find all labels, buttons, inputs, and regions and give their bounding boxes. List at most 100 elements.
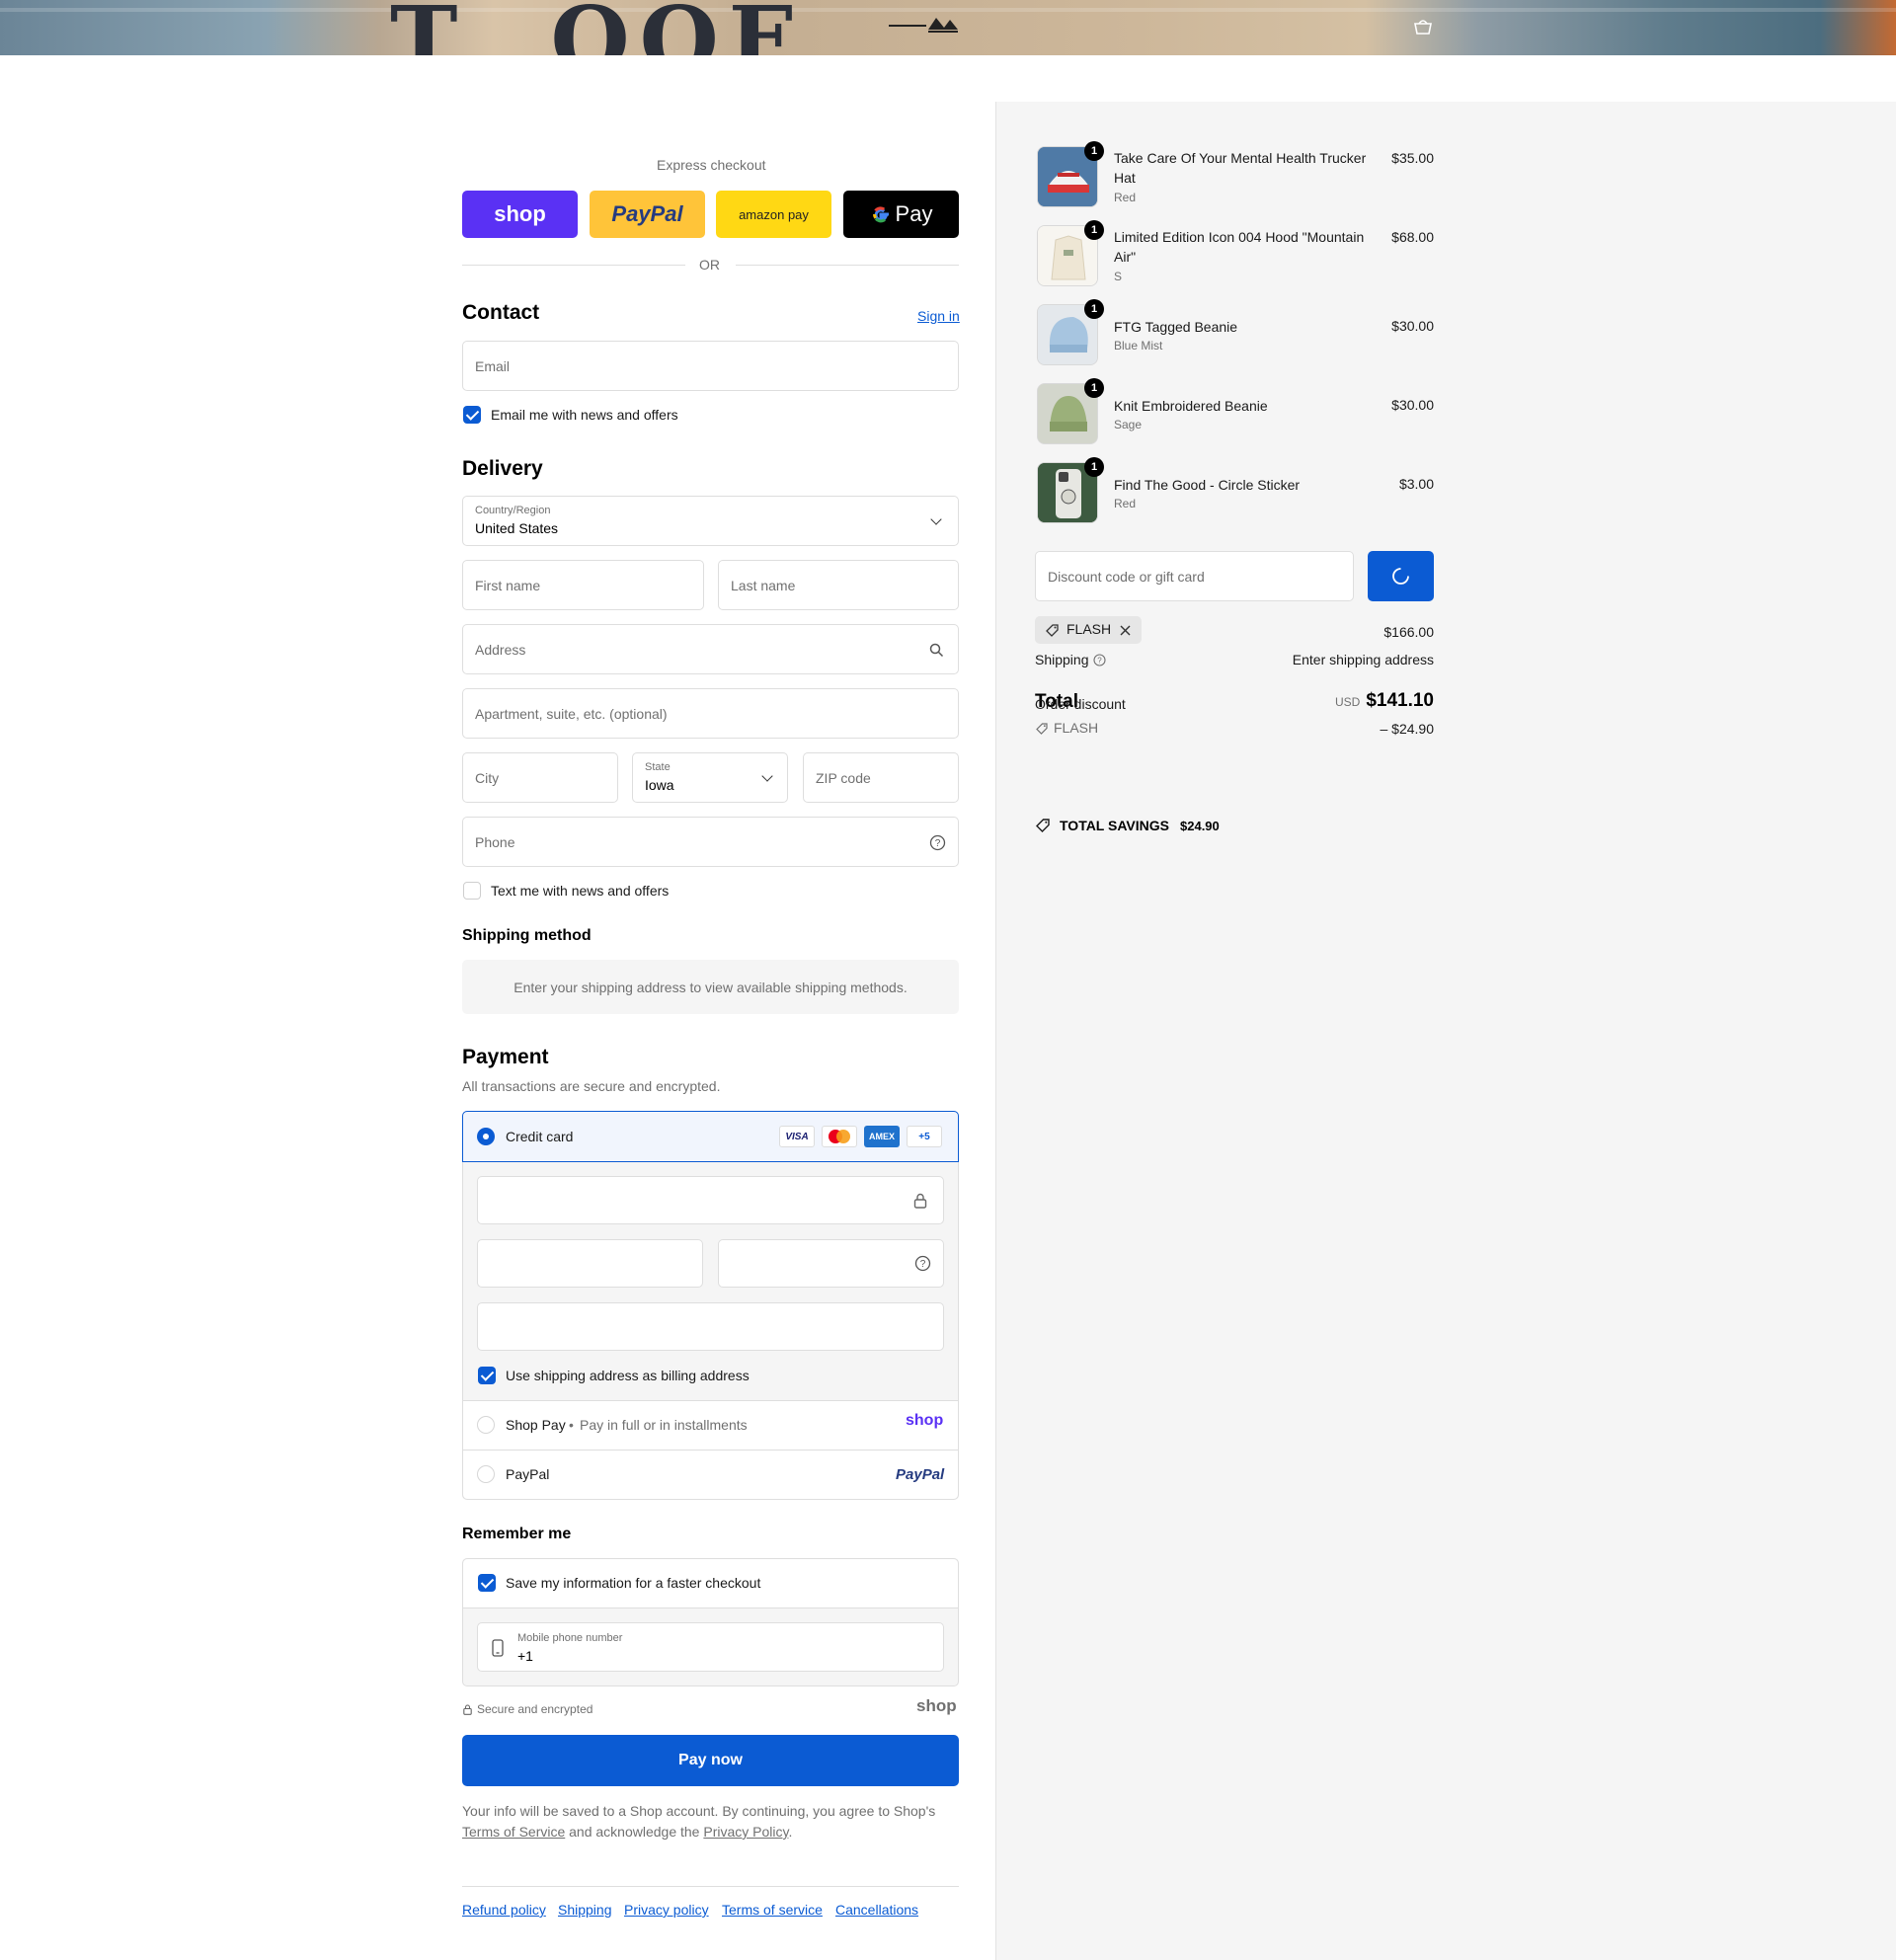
first-name-field[interactable]: First name	[462, 560, 704, 610]
phone-field[interactable]: Phone ?	[462, 817, 959, 867]
shop-pay-label: Shop Pay	[506, 1417, 566, 1433]
country-select[interactable]: Country/Region United States	[462, 496, 959, 546]
paypal-express-button[interactable]: PayPal	[590, 191, 705, 238]
name-on-card-field[interactable]	[477, 1302, 944, 1351]
terms-of-service-link[interactable]: Terms of Service	[462, 1824, 565, 1840]
footer-shipping-link[interactable]: Shipping	[558, 1902, 612, 1918]
bag-icon[interactable]	[1412, 18, 1434, 36]
text-opt-in-checkbox[interactable]	[463, 882, 481, 900]
card-number-field[interactable]	[477, 1176, 944, 1224]
state-value: Iowa	[645, 777, 674, 793]
total-savings-value: $24.90	[1180, 819, 1220, 833]
credit-card-radio[interactable]	[477, 1128, 495, 1145]
amex-label: AMEX	[868, 1132, 895, 1141]
quantity-badge: 1	[1084, 378, 1104, 398]
applied-discount-chip: FLASH	[1035, 616, 1142, 644]
loading-spinner-icon	[1392, 568, 1409, 585]
country-label: Country/Region	[475, 505, 551, 516]
quantity-badge: 1	[1084, 220, 1104, 240]
billing-same-checkbox[interactable]	[478, 1367, 496, 1384]
discount-amount: – $24.90	[1380, 721, 1435, 737]
google-g-icon	[872, 206, 889, 223]
chevron-down-icon	[930, 513, 942, 525]
lock-icon	[913, 1193, 927, 1209]
visa-label: VISA	[785, 1131, 809, 1142]
shop-pay-separator: •	[569, 1417, 574, 1433]
shipping-value: Enter shipping address	[1292, 652, 1434, 667]
item-name: Take Care Of Your Mental Health Trucker …	[1114, 150, 1367, 186]
shipping-method-notice-text: Enter your shipping address to view avai…	[514, 979, 908, 995]
credit-card-label: Credit card	[506, 1129, 574, 1144]
expiration-date-field[interactable]	[477, 1239, 703, 1288]
footer-cancellations-link[interactable]: Cancellations	[835, 1902, 918, 1918]
svg-text:?: ?	[935, 838, 941, 849]
banner-lettering: T OOF	[390, 0, 804, 55]
quantity-badge: 1	[1084, 299, 1104, 319]
svg-text:?: ?	[920, 1259, 926, 1270]
email-placeholder: Email	[475, 357, 511, 374]
applied-discount-code: FLASH	[1066, 621, 1112, 637]
search-icon	[929, 643, 944, 658]
email-field[interactable]: Email	[462, 341, 959, 391]
item-price: $30.00	[1391, 397, 1434, 413]
shipping-method-title: Shipping method	[462, 927, 592, 944]
pay-now-button[interactable]: Pay now	[462, 1735, 959, 1786]
item-price: $68.00	[1391, 229, 1434, 245]
shop-pay-express-button[interactable]: shop	[462, 191, 578, 238]
payment-title: Payment	[462, 1046, 549, 1068]
privacy-policy-link[interactable]: Privacy Policy	[703, 1824, 788, 1840]
amazon-pay-logo: amazon pay	[739, 206, 809, 222]
divider-left	[462, 265, 685, 266]
help-icon[interactable]: ?	[1093, 654, 1106, 666]
contact-title: Contact	[462, 301, 540, 324]
discount-code-placeholder: Discount code or gift card	[1048, 568, 1205, 585]
apply-discount-button[interactable]	[1368, 551, 1434, 601]
svg-text:?: ?	[1097, 657, 1102, 666]
item-variant: S	[1114, 270, 1123, 283]
total-savings-label: TOTAL SAVINGS	[1060, 818, 1169, 833]
shop-pay-radio[interactable]	[477, 1416, 495, 1434]
state-select[interactable]: State Iowa	[632, 752, 788, 803]
delivery-title: Delivery	[462, 457, 543, 480]
mobile-phone-icon	[492, 1639, 504, 1657]
chevron-down-icon	[761, 770, 773, 782]
footer-refund-policy-link[interactable]: Refund policy	[462, 1902, 546, 1918]
apartment-field[interactable]: Apartment, suite, etc. (optional)	[462, 688, 959, 739]
shipping-label: Shipping	[1035, 652, 1089, 667]
discount-code-field[interactable]: Discount code or gift card	[1035, 551, 1354, 601]
address-field[interactable]: Address	[462, 624, 959, 674]
footer-terms-of-service-link[interactable]: Terms of service	[722, 1902, 823, 1918]
email-opt-in-label: Email me with news and offers	[491, 407, 678, 423]
help-icon[interactable]: ?	[914, 1255, 931, 1272]
store-logo[interactable]	[889, 14, 1007, 36]
sign-in-link[interactable]: Sign in	[917, 308, 960, 324]
text-opt-in-label: Text me with news and offers	[491, 883, 670, 899]
save-info-checkbox[interactable]	[478, 1574, 496, 1592]
item-name: Limited Edition Icon 004 Hood "Mountain …	[1114, 229, 1365, 265]
mobile-phone-field[interactable]: Mobile phone number +1	[477, 1622, 944, 1672]
paypal-radio[interactable]	[477, 1465, 495, 1483]
zip-field[interactable]: ZIP code	[803, 752, 959, 803]
last-name-field[interactable]: Last name	[718, 560, 959, 610]
discount-code-label: FLASH	[1054, 720, 1099, 736]
quantity-badge: 1	[1084, 457, 1104, 477]
email-opt-in-checkbox[interactable]	[463, 406, 481, 424]
close-icon[interactable]	[1120, 625, 1131, 636]
google-pay-express-button[interactable]: Pay	[843, 191, 959, 238]
visa-icon: VISA	[779, 1126, 815, 1147]
city-field[interactable]: City	[462, 752, 618, 803]
amex-icon: AMEX	[864, 1126, 900, 1147]
currency-code: USD	[1335, 695, 1361, 709]
security-code-field[interactable]: ?	[718, 1239, 944, 1288]
order-summary-panel	[995, 102, 1896, 1960]
lock-icon	[463, 1704, 472, 1715]
address-placeholder: Address	[475, 641, 526, 658]
amazon-pay-express-button[interactable]: amazon pay	[716, 191, 831, 238]
order-discount-label: Order discount	[1035, 696, 1126, 712]
header-banner: T OOF	[0, 0, 1896, 55]
footer-privacy-policy-link[interactable]: Privacy policy	[624, 1902, 709, 1918]
more-cards-badge: +5	[907, 1126, 942, 1147]
help-icon[interactable]: ?	[929, 834, 946, 851]
first-name-placeholder: First name	[475, 577, 541, 593]
remember-me-title: Remember me	[462, 1526, 572, 1542]
